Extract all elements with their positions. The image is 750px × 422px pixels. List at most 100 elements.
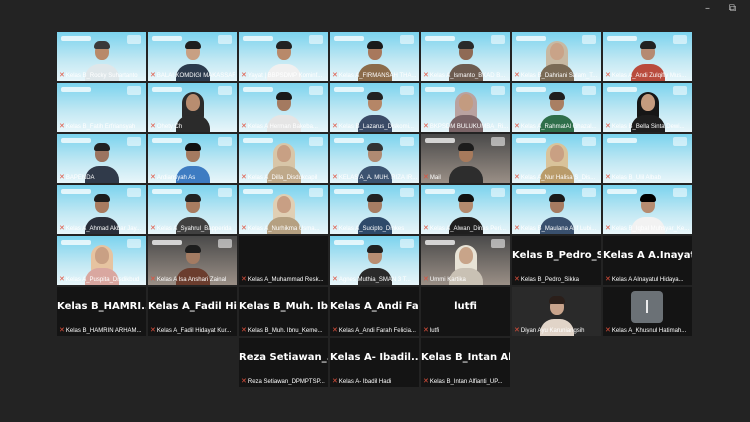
participant-tile[interactable]: ✕Ardiansyah As — [148, 134, 237, 183]
participant-name: Kelas B_Muh. Ibnu_Keme... — [247, 328, 323, 334]
participant-display-name: lutfi — [454, 301, 477, 312]
participant-name: Kelas A_Muhammad Resk... — [247, 277, 324, 283]
muted-mic-icon: ✕ — [150, 123, 156, 130]
participant-name-label: ✕Ummi Kartika — [423, 276, 508, 284]
participant-name: Reza Setiawan_DPMPTSP... — [247, 379, 325, 385]
participant-tile[interactable]: ✕Kelas A_Nurhikma Usma... — [239, 185, 328, 234]
participant-display-name: Kelas B_Muh. Ib... — [239, 301, 328, 312]
participant-name: Ardiansyah As — [156, 175, 196, 181]
participant-tile[interactable]: ✕Kelas B_Lazarus_Diskomi... — [330, 83, 419, 132]
participant-tile[interactable]: ✕Mail — [421, 134, 510, 183]
participant-tile[interactable]: ✕Kelas A_Muhammad Resk... — [239, 236, 328, 285]
muted-mic-icon: ✕ — [241, 378, 247, 385]
muted-mic-icon: ✕ — [150, 225, 156, 232]
participant-name-label: ✕Kelas A_RahmatAl Ghazal... — [514, 123, 599, 131]
participant-tile[interactable]: ✕Agnes Muthia_SMAN 3 T... — [330, 236, 419, 285]
participant-name: Kelas A Herman Bakeba... — [247, 124, 318, 130]
participant-tile[interactable]: ✕Diyan Ayu Karuniangsih — [512, 287, 601, 336]
participant-tile[interactable]: ✕Kelas A Isa Anshari Zainal — [148, 236, 237, 285]
participant-tile[interactable]: ✕KELAS A_A. MUH. RIZA IR... — [330, 134, 419, 183]
participant-name: KELAS A_A. MUH. RIZA IR... — [338, 175, 417, 181]
participant-name-label: ✕Kelas A_Ismanto_BKAD B... — [423, 72, 508, 80]
participant-tile[interactable]: Kelas B_Intan Al... ✕Kelas B_Intan Alfian… — [421, 338, 510, 387]
participant-tile[interactable]: ✕Kelas A_Ahmad Akbar Jay... — [57, 185, 146, 234]
participant-tile[interactable]: Kelas A A.Inayat... ✕Kelas A AInayatul Hi… — [603, 236, 692, 285]
muted-mic-icon: ✕ — [514, 123, 520, 130]
muted-mic-icon: ✕ — [514, 174, 520, 181]
participant-tile[interactable]: Kelas B_HAMRI... ✕Kelas B_HAMRIN ARHAM... — [57, 287, 146, 336]
participant-tile[interactable]: ✕Kelas A_FIRMANSAH THA... — [330, 32, 419, 81]
participant-tile[interactable]: ✕Yayat | BBPSDMP Kominf... — [239, 32, 328, 81]
participant-tile[interactable]: ✕Kelas A_Puspita_Disdikbud — [57, 236, 146, 285]
muted-mic-icon: ✕ — [59, 72, 65, 79]
participant-name-label: ✕Kelas B_Ulil Albab — [605, 174, 690, 182]
participant-tile[interactable]: Kelas B_Muh. Ib... ✕Kelas B_Muh. Ibnu_Kem… — [239, 287, 328, 336]
participant-name: Kelas A_Syahrul_Bapperida — [156, 226, 232, 232]
participant-name-label: ✕Kelas A_Sucipto_Dinkes — [332, 225, 417, 233]
participant-name-label: ✕Kelas B_Iqbal Muhsyar_Ke... — [605, 225, 690, 233]
participant-tile[interactable]: ✕Kelas A_Dilla_Disdukcapil — [239, 134, 328, 183]
participant-name: Ohety Ch — [156, 124, 183, 130]
muted-mic-icon: ✕ — [514, 225, 520, 232]
participant-name: lutfi — [429, 328, 440, 334]
participant-tile[interactable]: ✕Kelas A_Nur Halisa S_Dis... — [512, 134, 601, 183]
muted-mic-icon: ✕ — [423, 276, 429, 283]
participant-tile[interactable]: Kelas A_Andi Fa... ✕Kelas A_Andi Farah Fe… — [330, 287, 419, 336]
muted-mic-icon: ✕ — [423, 378, 429, 385]
participant-tile[interactable]: Reza Setiawan_... ✕Reza Setiawan_DPMPTSP.… — [239, 338, 328, 387]
participant-name: Kelas B_Iqbal Muhsyar_Ke... — [611, 226, 690, 232]
participant-name-label: ✕Kelas A_Puspita_Disdikbud — [59, 276, 144, 284]
participant-name: Kelas A_Alwan_Dinas Peri... — [429, 226, 506, 232]
participant-name: Kelas A_Dilla_Disdukcapil — [247, 175, 318, 181]
participant-name-label: ✕Kelas B_Fatih Erfriansyah — [59, 123, 144, 131]
participant-tile[interactable]: ✕Kelas B_Fatih Erfriansyah — [57, 83, 146, 132]
muted-mic-icon: ✕ — [332, 225, 338, 232]
participant-tile[interactable]: Kelas B_Pedro_S... ✕Kelas B_Pedro_Sikka — [512, 236, 601, 285]
participant-tile[interactable]: ✕BAPENDA — [57, 134, 146, 183]
participant-tile[interactable]: ✕Kelas A_Andi Zulqifly Mus... — [603, 32, 692, 81]
participant-tile[interactable]: ✕Kelas A_Syahrul_Bapperida — [148, 185, 237, 234]
participant-name-label: ✕Kelas B_Intan Alfianti_UP... — [423, 378, 508, 386]
participant-tile[interactable]: ✕Kelas A_Sucipto_Dinkes — [330, 185, 419, 234]
muted-mic-icon: ✕ — [605, 72, 611, 79]
participant-tile[interactable]: ✕Kelas B_Dahriani Salam_T... — [512, 32, 601, 81]
participant-tile[interactable]: ✕Kelas B_Ulil Albab — [603, 134, 692, 183]
participant-tile[interactable]: lutfi ✕lutfi — [421, 287, 510, 336]
participant-tile[interactable]: ✕Kelas A Herman Bakeba... — [239, 83, 328, 132]
participant-tile[interactable]: ✕Kelas B_Bella Sinta Dewi... — [603, 83, 692, 132]
participant-name-label: ✕Kelas B_Rocky Suhartanto — [59, 72, 144, 80]
participant-tile[interactable]: I ✕Kelas A_Khusnul Hatimah... — [603, 287, 692, 336]
participant-display-name: Kelas A_Fadil Hi... — [148, 301, 237, 312]
participant-tile[interactable]: ✕Kelas B_Maulana Arif Lubi... — [512, 185, 601, 234]
participant-tile[interactable]: ✕Kelas A_RahmatAl Ghazal... — [512, 83, 601, 132]
participant-tile[interactable]: Kelas A- Ibadil... ✕Kelas A- Ibadil Hadi — [330, 338, 419, 387]
participant-tile[interactable]: ✕Kelas A_Alwan_Dinas Peri... — [421, 185, 510, 234]
participant-tile[interactable]: ✕Ohety Ch — [148, 83, 237, 132]
participant-name-label: ✕Ohety Ch — [150, 123, 235, 131]
participant-display-name: Kelas A A.Inayat... — [603, 250, 692, 261]
participant-name-label: ✕Kelas B_HAMRIN ARHAM... — [59, 327, 144, 335]
muted-mic-icon: ✕ — [514, 276, 520, 283]
participant-name-label: ✕Mail — [423, 174, 508, 182]
participant-name: Yayat | BBPSDMP Kominf... — [247, 73, 323, 79]
participant-tile[interactable]: ✕BALAI KOMDIGI MAKASSAR — [148, 32, 237, 81]
participant-name-label: ✕Kelas A Isa Anshari Zainal — [150, 276, 235, 284]
muted-mic-icon: ✕ — [241, 225, 247, 232]
participant-tile[interactable]: ✕Kelas B_Rocky Suhartanto — [57, 32, 146, 81]
participant-tile[interactable]: ✕Kelas A_Ismanto_BKAD B... — [421, 32, 510, 81]
participant-name-label: ✕Kelas B_Dahriani Salam_T... — [514, 72, 599, 80]
participant-display-name: Kelas B_Pedro_S... — [512, 250, 601, 261]
participant-name-label: ✕Yayat | BBPSDMP Kominf... — [241, 72, 326, 80]
muted-mic-icon: ✕ — [423, 174, 429, 181]
participant-tile[interactable]: ✕Kelas B_Iqbal Muhsyar_Ke... — [603, 185, 692, 234]
participant-name: Kelas A_Fadil Hidayat Kur... — [156, 328, 232, 334]
muted-mic-icon: ✕ — [332, 123, 338, 130]
participant-tile[interactable]: Kelas A_Fadil Hi... ✕Kelas A_Fadil Hidaya… — [148, 287, 237, 336]
muted-mic-icon: ✕ — [605, 174, 611, 181]
muted-mic-icon: ✕ — [605, 123, 611, 130]
participant-display-name: Reza Setiawan_... — [239, 352, 328, 363]
participant-tile[interactable]: ✕Ummi Kartika — [421, 236, 510, 285]
participant-name-label: ✕Kelas B_Pedro_Sikka — [514, 276, 599, 284]
participant-name-label: ✕Kelas A_Alwan_Dinas Peri... — [423, 225, 508, 233]
participant-tile[interactable]: ✕BKPSDM BULUKUMBA_Ri... — [421, 83, 510, 132]
